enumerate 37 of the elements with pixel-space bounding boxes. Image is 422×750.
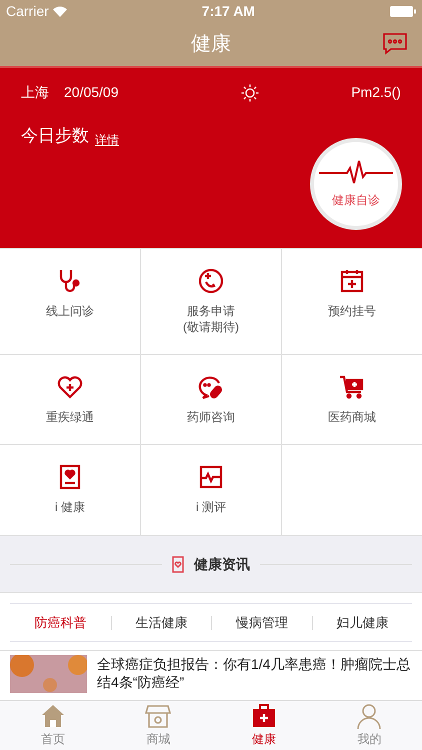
- phone-icon: [197, 267, 225, 295]
- person-icon: [355, 702, 384, 730]
- service-tile[interactable]: 重疾绿通: [0, 355, 140, 444]
- service-tile[interactable]: 医药商城: [282, 355, 422, 444]
- heartbeat-icon: [319, 159, 393, 185]
- news-tab[interactable]: 妇儿健康: [312, 612, 412, 632]
- self-diagnosis-button[interactable]: 健康自诊: [310, 138, 402, 230]
- calendar-icon: [338, 267, 366, 295]
- service-tile[interactable]: 预约挂号: [282, 249, 422, 354]
- sun-icon: [240, 84, 259, 102]
- news-icon: [172, 556, 184, 572]
- tab-bar-item[interactable]: 健康: [211, 701, 316, 750]
- service-tile[interactable]: 服务申请 (敬请期待): [141, 249, 281, 354]
- news-tab[interactable]: 防癌科普: [10, 612, 110, 632]
- page-title: 健康: [191, 32, 231, 57]
- service-tile[interactable]: i 测评: [141, 445, 281, 535]
- wifi-icon: [52, 6, 67, 16]
- storefront-icon: [144, 702, 172, 730]
- pulse-chart-icon: [197, 463, 225, 491]
- details-link[interactable]: 详情: [95, 130, 119, 148]
- chat-bubble-icon: [382, 32, 408, 56]
- cart-icon: [338, 373, 366, 401]
- messages-button[interactable]: [382, 32, 408, 56]
- service-tile[interactable]: i 健康: [0, 445, 140, 535]
- pm25-label: Pm2.5(): [351, 83, 401, 102]
- status-time: 7:17 AM: [202, 2, 255, 20]
- battery-icon: [390, 6, 416, 16]
- carrier-label: Carrier: [6, 2, 49, 20]
- news-tab[interactable]: 慢病管理: [212, 612, 312, 632]
- city-label: 上海: [21, 83, 49, 102]
- news-tab[interactable]: 生活健康: [112, 612, 211, 632]
- steps-label: 今日步数: [21, 125, 89, 147]
- service-tile[interactable]: 线上问诊: [0, 249, 140, 354]
- date-label: 20/05/09: [64, 83, 118, 102]
- section-title: 健康资讯: [194, 554, 250, 574]
- service-tile[interactable]: 药师咨询: [141, 355, 281, 444]
- article-title: 全球癌症负担报告：你有1/4几率患癌！肿瘤院士总结4条“防癌经”: [97, 655, 412, 692]
